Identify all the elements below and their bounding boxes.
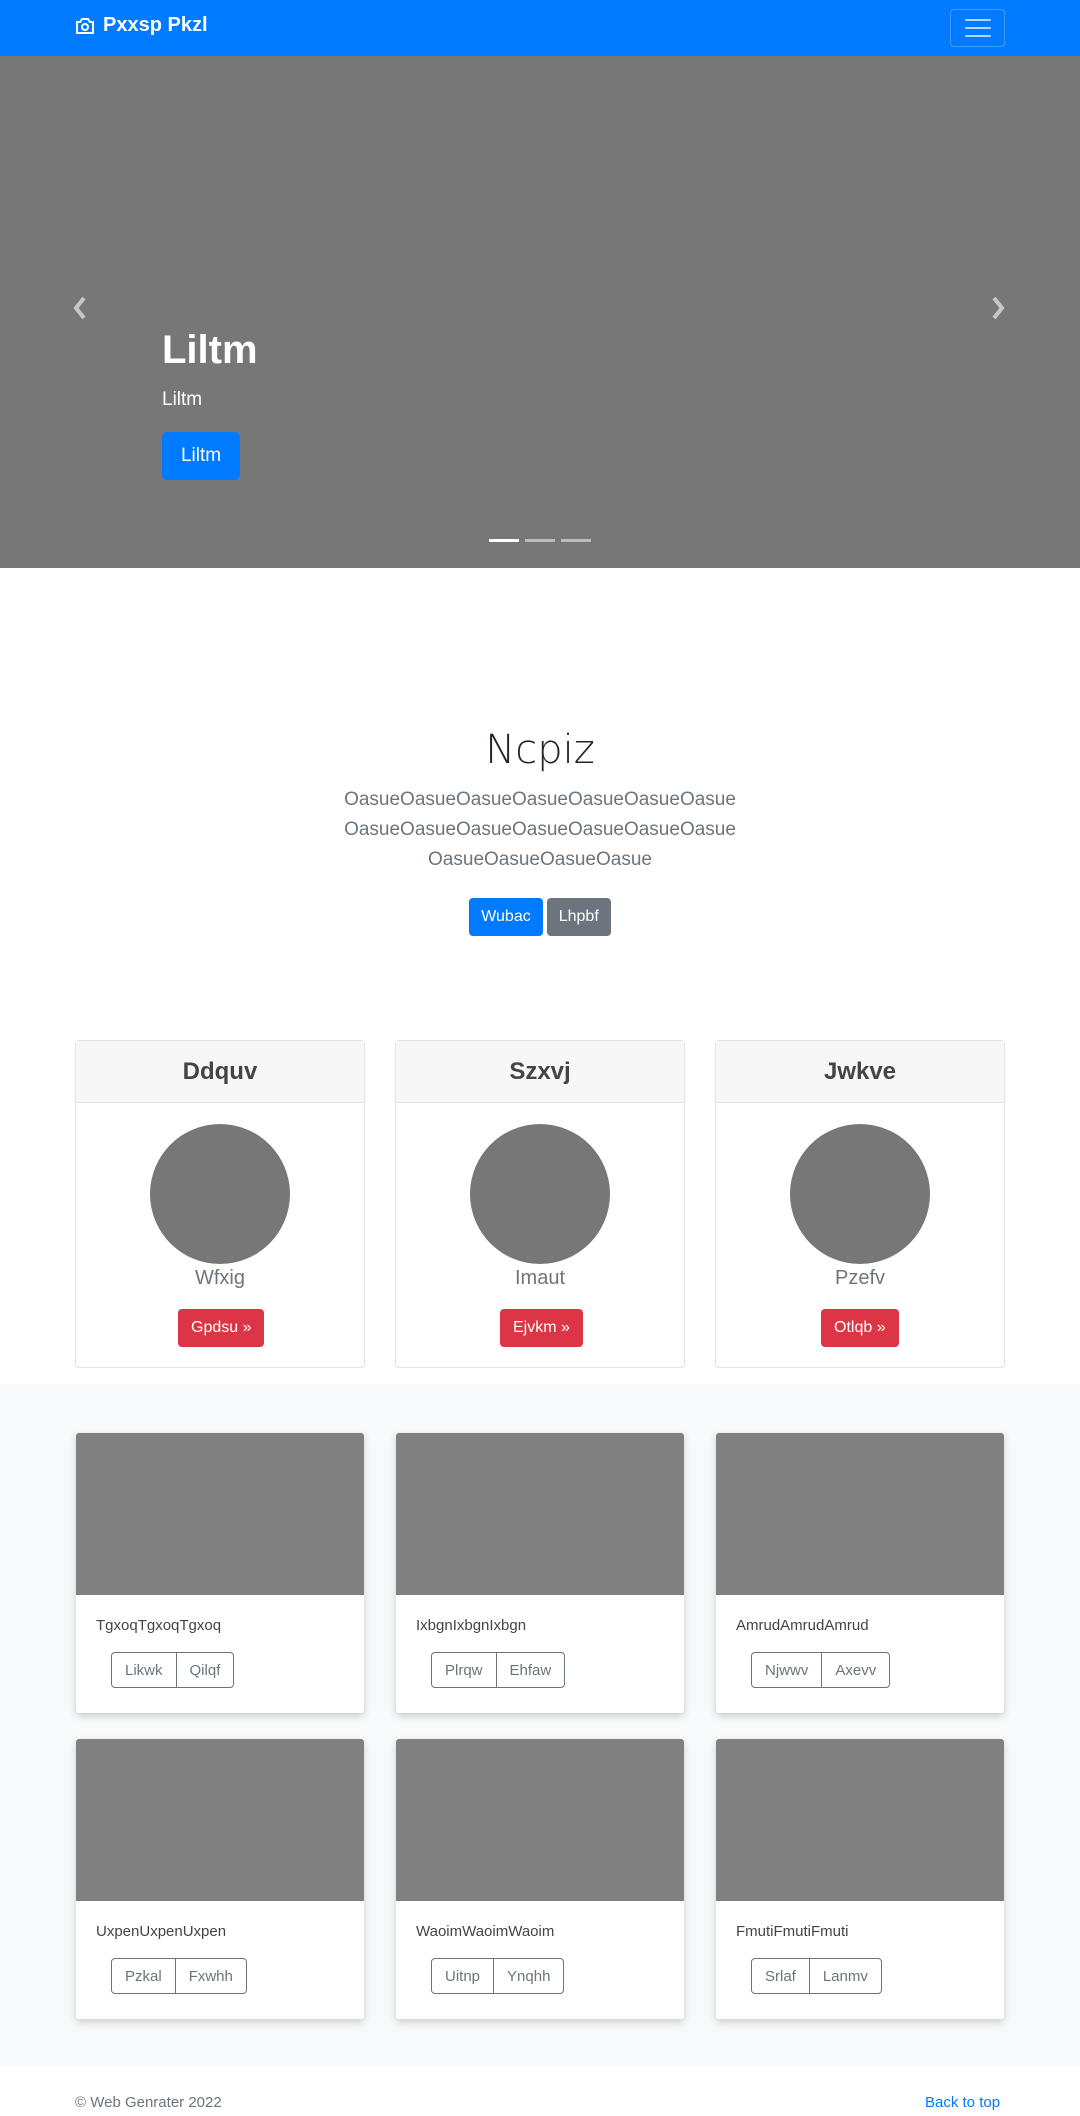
card-button[interactable]: Plrqw: [431, 1652, 497, 1688]
card-button[interactable]: Njwwv: [751, 1652, 823, 1688]
card-button[interactable]: Fxwhh: [174, 1958, 247, 1994]
profile-card-name: Pzefv: [834, 1267, 886, 1289]
card-button[interactable]: Likwk: [111, 1652, 177, 1688]
card-button[interactable]: Axevv: [821, 1652, 891, 1688]
card-text: FmutiFmutiFmuti: [736, 1923, 849, 1940]
card-button[interactable]: Qilqf: [175, 1652, 235, 1688]
carousel-indicator-1[interactable]: [489, 539, 519, 542]
profile-card: Jwkve Pzefv Otlqb »: [715, 1040, 1005, 1368]
section-title: Ncpiz: [485, 727, 595, 773]
album-card: AmrudAmrudAmrud Njwwv Axevv: [716, 1433, 1004, 1713]
profile-card-header: Szxvj: [396, 1041, 684, 1103]
hamburger-icon-line: [964, 35, 991, 37]
hamburger-icon-line: [964, 27, 991, 29]
card-text: IxbgnIxbgnIxbgn: [416, 1617, 527, 1634]
profile-card: Ddquv Wfxig Gpdsu »: [75, 1040, 365, 1368]
hamburger-icon-line: [964, 19, 991, 21]
card-button-group: Likwk Qilqf: [111, 1652, 235, 1688]
album-card: TgxoqTgxoqTgxoq Likwk Qilqf: [76, 1433, 364, 1713]
footer-copyright: © Web Genrater 2022: [75, 2094, 222, 2111]
card-image-placeholder: [76, 1739, 364, 1901]
chevron-right-icon[interactable]: [990, 294, 1006, 328]
carousel-indicator-3[interactable]: [561, 539, 591, 542]
brand-link[interactable]: Pxxsp Pkzl: [75, 14, 208, 37]
carousel-title: Liltm: [162, 328, 258, 372]
card-button[interactable]: Ynqhh: [493, 1958, 565, 1994]
card-button-group: Plrqw Ehfaw: [431, 1652, 566, 1688]
profile-card-name: Imaut: [514, 1267, 566, 1289]
back-to-top-link[interactable]: Back to top: [925, 2094, 1000, 2111]
card-button[interactable]: Srlaf: [751, 1958, 810, 1994]
card-image-placeholder: [396, 1739, 684, 1901]
card-button[interactable]: Ehfaw: [495, 1652, 566, 1688]
carousel-indicators: [489, 539, 591, 542]
profile-card-button[interactable]: Gpdsu »: [178, 1309, 265, 1347]
card-text: WaoimWaoimWaoim: [416, 1923, 555, 1940]
navbar-toggle-button[interactable]: [950, 9, 1005, 47]
brand-name: Pxxsp Pkzl: [103, 14, 208, 36]
card-button-group: Pzkal Fxwhh: [111, 1958, 247, 1994]
profile-card-header: Jwkve: [716, 1041, 1004, 1103]
carousel-cta-button[interactable]: Liltm: [162, 432, 240, 480]
card-image-placeholder: [76, 1433, 364, 1595]
card-button[interactable]: Pzkal: [111, 1958, 176, 1994]
profile-card-button[interactable]: Otlqb »: [821, 1309, 899, 1347]
card-image-placeholder: [396, 1433, 684, 1595]
section-buttons: Wubac Lhpbf: [0, 898, 1080, 936]
card-image-placeholder: [716, 1739, 1004, 1901]
card-text: AmrudAmrudAmrud: [736, 1617, 869, 1634]
album-card: FmutiFmutiFmuti Srlaf Lanmv: [716, 1739, 1004, 2019]
album-card: IxbgnIxbgnIxbgn Plrqw Ehfaw: [396, 1433, 684, 1713]
avatar: [150, 1124, 290, 1264]
chevron-left-icon[interactable]: [72, 294, 88, 328]
profile-card-header: Ddquv: [76, 1041, 364, 1103]
hero-carousel: Liltm Liltm Liltm: [0, 56, 1080, 568]
camera-icon: [76, 17, 94, 34]
card-text: TgxoqTgxoqTgxoq: [96, 1617, 222, 1634]
avatar: [470, 1124, 610, 1264]
album-card: UxpenUxpenUxpen Pzkal Fxwhh: [76, 1739, 364, 2019]
navbar: Pxxsp Pkzl: [0, 0, 1080, 56]
profile-card-button[interactable]: Ejvkm »: [500, 1309, 583, 1347]
card-text: UxpenUxpenUxpen: [96, 1923, 227, 1940]
card-button-group: Njwwv Axevv: [751, 1652, 891, 1688]
card-image-placeholder: [716, 1433, 1004, 1595]
album-section: TgxoqTgxoqTgxoq Likwk Qilqf IxbgnIxbgnIx…: [0, 1384, 1080, 2066]
card-button-group: Uitnp Ynqhh: [431, 1958, 565, 1994]
profile-card: Szxvj Imaut Ejvkm »: [395, 1040, 685, 1368]
carousel-subtitle: Liltm: [162, 389, 203, 410]
card-button[interactable]: Uitnp: [431, 1958, 495, 1994]
section-lead-text: OasueOasueOasueOasueOasueOasueOasueOasue…: [344, 789, 736, 870]
secondary-button[interactable]: Lhpbf: [546, 898, 611, 936]
avatar: [790, 1124, 930, 1264]
card-button-group: Srlaf Lanmv: [751, 1958, 882, 1994]
primary-button[interactable]: Wubac: [469, 898, 543, 936]
card-button[interactable]: Lanmv: [808, 1958, 882, 1994]
carousel-indicator-2[interactable]: [525, 539, 555, 542]
album-card: WaoimWaoimWaoim Uitnp Ynqhh: [396, 1739, 684, 2019]
profile-card-name: Wfxig: [195, 1267, 245, 1289]
